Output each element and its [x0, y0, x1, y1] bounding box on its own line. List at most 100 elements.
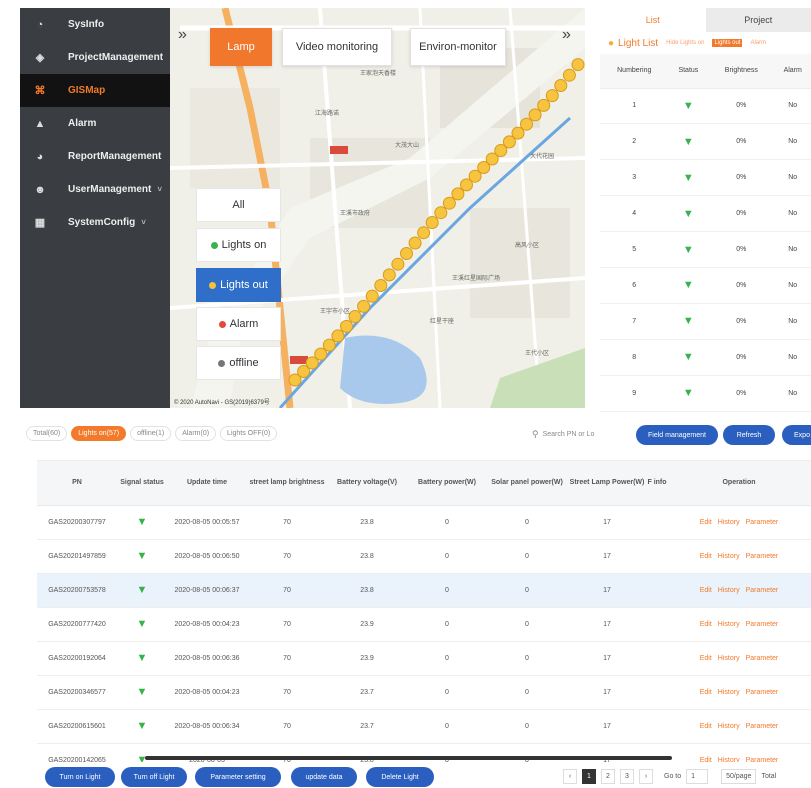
collapse-right-icon[interactable]: »: [562, 26, 571, 44]
sidebar-item-gismap[interactable]: ⌘ GISMap: [20, 74, 170, 107]
lamp-marker-icon[interactable]: [442, 196, 456, 210]
lamp-marker-icon[interactable]: [314, 347, 328, 361]
page-size-select[interactable]: 50/page: [721, 769, 757, 784]
filter-all-button[interactable]: All: [196, 188, 281, 222]
edit-link[interactable]: Edit: [700, 757, 712, 763]
lamp-marker-icon[interactable]: [545, 89, 559, 103]
lamp-marker-icon[interactable]: [554, 79, 568, 92]
status-tab[interactable]: Total(60): [26, 426, 68, 441]
lamp-marker-icon[interactable]: [322, 338, 336, 352]
parameter-link[interactable]: Parameter: [746, 689, 779, 696]
delete-light-button[interactable]: Delete Light: [366, 767, 434, 787]
parameter-link[interactable]: Parameter: [746, 587, 779, 594]
table-row[interactable]: 5 ▼ 0% No: [600, 231, 811, 268]
lamp-marker-icon[interactable]: [400, 247, 413, 260]
lamp-marker-icon[interactable]: [331, 329, 345, 343]
page-3[interactable]: 3: [620, 769, 634, 784]
edit-link[interactable]: Edit: [700, 587, 712, 594]
sidebar-item-alarm[interactable]: ▲ Alarm: [20, 107, 170, 140]
filter-offline-button[interactable]: offline: [196, 346, 281, 380]
lamp-marker-icon[interactable]: [391, 257, 405, 271]
status-tab[interactable]: Lights OFF(0): [220, 426, 278, 441]
lamp-marker-icon[interactable]: [340, 319, 353, 333]
collapse-left-icon[interactable]: »: [178, 26, 187, 44]
history-link[interactable]: History: [718, 655, 740, 662]
table-row[interactable]: GAS20200615601 ▼ 2020-08-05 00:06:34 70 23.7…: [37, 709, 811, 744]
history-link[interactable]: History: [718, 519, 740, 526]
parameter-link[interactable]: Parameter: [746, 519, 779, 526]
lamp-marker-icon[interactable]: [537, 98, 551, 112]
lamp-marker-icon[interactable]: [365, 289, 379, 303]
parameter-link[interactable]: Parameter: [746, 655, 779, 662]
table-row[interactable]: GAS20201497859 ▼ 2020-08-05 00:06:50 70 23.8…: [37, 539, 811, 574]
tab-video-monitoring[interactable]: Video monitoring: [282, 28, 392, 66]
history-link[interactable]: History: [718, 621, 740, 628]
lamp-marker-icon[interactable]: [562, 68, 576, 82]
edit-link[interactable]: Edit: [700, 519, 712, 526]
page-2[interactable]: 2: [601, 769, 615, 784]
parameter-setting-button[interactable]: Parameter setting: [195, 767, 281, 787]
lamp-marker-icon[interactable]: [528, 108, 542, 122]
lamp-marker-icon[interactable]: [374, 279, 388, 292]
history-link[interactable]: History: [718, 553, 740, 560]
refresh-button[interactable]: Refresh: [723, 425, 775, 445]
table-row[interactable]: 4 ▼ 0% No: [600, 195, 811, 233]
table-row[interactable]: 2 ▼ 0% No: [600, 123, 811, 161]
gis-map[interactable]: Lamp Video monitoring Environ-monitor » …: [170, 8, 585, 408]
status-tab[interactable]: offline(1): [130, 426, 172, 441]
parameter-link[interactable]: Parameter: [746, 757, 779, 763]
parameter-link[interactable]: Parameter: [746, 553, 779, 560]
history-link[interactable]: History: [718, 757, 740, 763]
table-row[interactable]: 1 ▼ 0% No: [600, 88, 811, 125]
horizontal-scrollbar[interactable]: [145, 756, 672, 760]
device-table-wrapper[interactable]: PN Signal status Update time street lamp br…: [37, 460, 811, 762]
table-row[interactable]: GAS20200777420 ▼ 2020-08-05 00:04:23 70 23.9…: [37, 607, 811, 642]
table-row[interactable]: GAS20200753578 ▼ 2020-08-05 00:06:37 70 23.8…: [37, 573, 811, 608]
prev-page-button[interactable]: ‹: [563, 769, 577, 784]
export-button[interactable]: Expo: [782, 425, 811, 445]
tab-lamp[interactable]: Lamp: [210, 28, 272, 66]
edit-link[interactable]: Edit: [700, 689, 712, 696]
filter-lights-on-button[interactable]: Lights on: [196, 228, 281, 262]
history-link[interactable]: History: [718, 587, 740, 594]
edit-link[interactable]: Edit: [700, 655, 712, 662]
lamp-marker-icon[interactable]: [408, 236, 422, 250]
lamp-marker-icon[interactable]: [451, 187, 465, 201]
sidebar-item-projectmanagement[interactable]: ◈ ProjectManagement: [20, 41, 170, 74]
search-field[interactable]: ⚲ Search PN or Lo: [532, 426, 627, 443]
table-row[interactable]: 3 ▼ 0% No: [600, 159, 811, 197]
tab-project[interactable]: Project: [705, 8, 811, 32]
edit-link[interactable]: Edit: [700, 553, 712, 560]
sidebar-item-reportmanagement[interactable]: ◕ ReportManagement: [20, 140, 170, 173]
status-tab[interactable]: Alarm(0): [175, 426, 217, 441]
edit-link[interactable]: Edit: [700, 621, 712, 628]
history-link[interactable]: History: [718, 689, 740, 696]
lamp-marker-icon[interactable]: [571, 58, 585, 72]
table-row[interactable]: GAS20200307797 ▼ 2020-08-05 00:05:57 70 23.8…: [37, 505, 811, 540]
table-row[interactable]: 8 ▼ 0% No: [600, 339, 811, 376]
lamp-marker-icon[interactable]: [520, 117, 533, 131]
tab-list[interactable]: List: [600, 8, 706, 32]
legend-alarm[interactable]: Alarm: [750, 40, 766, 46]
legend-lights-out[interactable]: Lights out: [712, 39, 743, 47]
table-row[interactable]: 7 ▼ 0% No: [600, 303, 811, 340]
lamp-marker-icon[interactable]: [417, 226, 431, 240]
history-link[interactable]: History: [718, 723, 740, 730]
lamp-marker-icon[interactable]: [382, 268, 396, 282]
edit-link[interactable]: Edit: [700, 723, 712, 730]
goto-input[interactable]: 1: [686, 769, 709, 784]
status-tab[interactable]: Lights on(57): [71, 426, 127, 441]
table-row[interactable]: 9 ▼ 0% No: [600, 375, 811, 412]
parameter-link[interactable]: Parameter: [746, 723, 779, 730]
parameter-link[interactable]: Parameter: [746, 621, 779, 628]
lamp-marker-icon[interactable]: [434, 206, 448, 220]
table-row[interactable]: GAS20200192064 ▼ 2020-08-05 00:06:36 70 23.9…: [37, 641, 811, 676]
table-row[interactable]: 6 ▼ 0% No: [600, 267, 811, 304]
next-page-button[interactable]: ›: [639, 769, 653, 784]
sidebar-item-usermanagement[interactable]: ☻ UserManagement ˅: [20, 173, 170, 206]
filter-lights-out-button[interactable]: Lights out: [196, 268, 281, 302]
filter-alarm-button[interactable]: Alarm: [196, 307, 281, 341]
sidebar-item-systemconfig[interactable]: ▦ SystemConfig ˅: [20, 206, 170, 239]
legend-hide-lights-on[interactable]: Hide Lights on: [666, 40, 704, 46]
turn-off-light-button[interactable]: Turn off Light: [121, 767, 187, 787]
